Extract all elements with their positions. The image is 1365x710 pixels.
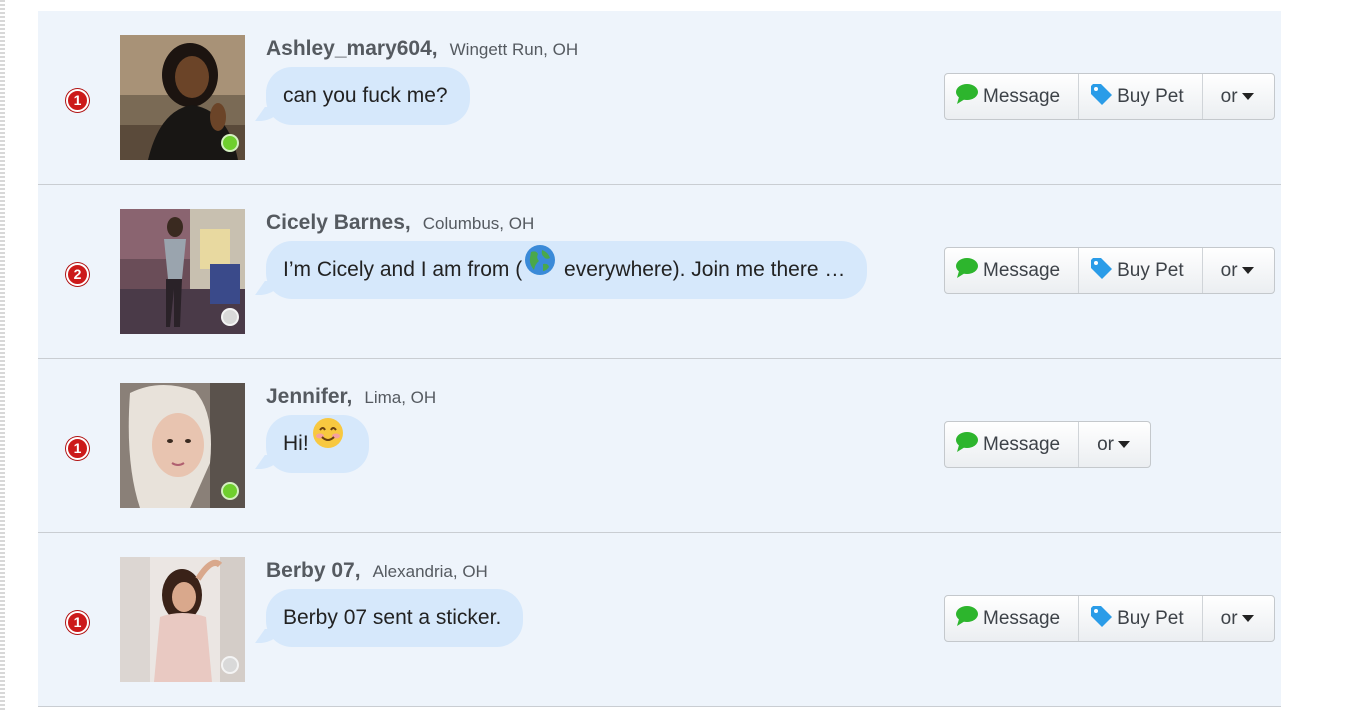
sender-info: Cicely Barnes, Columbus, OH <box>266 211 534 235</box>
online-status-indicator <box>221 134 239 152</box>
conversation-row[interactable]: 1 Jennifer, Lima, OH Hi! Message or <box>38 359 1281 533</box>
sender-info: Jennifer, Lima, OH <box>266 385 436 409</box>
conversation-row[interactable]: 2 Cicely Barnes, Columbus, OH I’m Cicely … <box>38 185 1281 359</box>
action-button-group: Message or <box>944 421 1152 468</box>
message-button[interactable]: Message <box>945 248 1080 293</box>
sender-info: Berby 07, Alexandria, OH <box>266 559 488 583</box>
buy-pet-button[interactable]: Buy Pet <box>1079 248 1203 293</box>
speech-bubble-icon <box>955 605 979 633</box>
buy-pet-button[interactable]: Buy Pet <box>1079 596 1203 641</box>
action-button-group: Message Buy Pet or <box>944 595 1275 642</box>
sender-name[interactable]: Berby 07, <box>266 559 361 582</box>
message-button[interactable]: Message <box>945 422 1080 467</box>
more-options-label: or <box>1220 85 1238 107</box>
speech-bubble-icon <box>955 257 979 285</box>
more-options-label: or <box>1097 433 1115 455</box>
sender-location: Lima, OH <box>364 388 437 407</box>
message-text-continued: everywhere). Join me there … <box>558 258 846 281</box>
price-tag-icon <box>1089 256 1113 286</box>
conversation-row[interactable]: 1 Ashley_mary604, Wingett Run, OH can you… <box>38 11 1281 185</box>
message-text: can you fuck me? <box>283 84 448 107</box>
caret-down-icon <box>1241 93 1254 100</box>
sender-name[interactable]: Cicely Barnes, <box>266 211 411 234</box>
buy-pet-button[interactable]: Buy Pet <box>1079 74 1203 119</box>
sender-location: Alexandria, OH <box>372 562 488 581</box>
avatar[interactable] <box>120 557 245 682</box>
message-button-label: Message <box>983 85 1061 107</box>
sender-name[interactable]: Jennifer, <box>266 385 352 408</box>
sender-location: Wingett Run, OH <box>449 40 579 59</box>
more-options-label: or <box>1220 259 1238 281</box>
more-options-label: or <box>1220 607 1238 629</box>
avatar[interactable] <box>120 209 245 334</box>
page-left-border <box>0 0 5 710</box>
buy-pet-button-label: Buy Pet <box>1117 259 1184 281</box>
message-button-label: Message <box>983 259 1061 281</box>
message-text: Berby 07 sent a sticker. <box>283 606 502 629</box>
action-button-group: Message Buy Pet or <box>944 73 1275 120</box>
offline-status-indicator <box>221 656 239 674</box>
caret-down-icon <box>1241 615 1254 622</box>
avatar[interactable] <box>120 383 245 508</box>
online-status-indicator <box>221 482 239 500</box>
message-bubble[interactable]: I’m Cicely and I am from ( everywhere). … <box>266 241 868 299</box>
caret-down-icon <box>1118 441 1131 448</box>
smile-emoji-icon <box>311 415 345 473</box>
buy-pet-button-label: Buy Pet <box>1117 85 1184 107</box>
sender-location: Columbus, OH <box>422 214 535 233</box>
conversation-row[interactable]: 1 Berby 07, Alexandria, OH Berby 07 sent … <box>38 533 1281 707</box>
message-bubble[interactable]: can you fuck me? <box>266 67 470 125</box>
message-text: I’m Cicely and I am from ( <box>283 258 523 281</box>
price-tag-icon <box>1089 82 1113 112</box>
globe-emoji-icon <box>524 241 556 299</box>
more-options-dropdown[interactable]: or <box>1203 74 1274 119</box>
unread-count-badge: 1 <box>66 89 89 112</box>
message-button[interactable]: Message <box>945 596 1080 641</box>
message-button-label: Message <box>983 433 1061 455</box>
more-options-dropdown[interactable]: or <box>1079 422 1150 467</box>
price-tag-icon <box>1089 604 1113 634</box>
sender-name[interactable]: Ashley_mary604, <box>266 37 438 60</box>
conversation-list: 1 Ashley_mary604, Wingett Run, OH can you… <box>38 11 1281 707</box>
message-bubble[interactable]: Berby 07 sent a sticker. <box>266 589 524 647</box>
offline-status-indicator <box>221 308 239 326</box>
unread-count-badge: 1 <box>66 611 89 634</box>
avatar[interactable] <box>120 35 245 160</box>
message-bubble[interactable]: Hi! <box>266 415 369 473</box>
action-button-group: Message Buy Pet or <box>944 247 1275 294</box>
more-options-dropdown[interactable]: or <box>1203 596 1274 641</box>
unread-count-badge: 2 <box>66 263 89 286</box>
message-text: Hi! <box>283 432 309 455</box>
message-button[interactable]: Message <box>945 74 1080 119</box>
sender-info: Ashley_mary604, Wingett Run, OH <box>266 37 578 61</box>
more-options-dropdown[interactable]: or <box>1203 248 1274 293</box>
speech-bubble-icon <box>955 83 979 111</box>
caret-down-icon <box>1241 267 1254 274</box>
unread-count-badge: 1 <box>66 437 89 460</box>
buy-pet-button-label: Buy Pet <box>1117 607 1184 629</box>
speech-bubble-icon <box>955 431 979 459</box>
message-button-label: Message <box>983 607 1061 629</box>
